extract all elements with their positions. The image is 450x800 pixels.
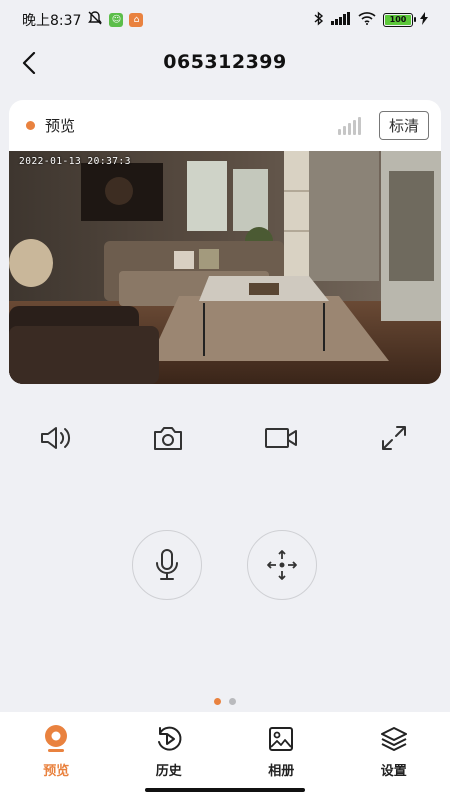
video-frame-image xyxy=(9,151,441,384)
record-icon xyxy=(265,428,297,448)
preview-card: 预览 标清 2022-01-13 20:37:3 xyxy=(9,100,441,384)
tab-history-label: 历史 xyxy=(155,764,182,779)
fullscreen-button[interactable] xyxy=(374,418,414,458)
microphone-icon xyxy=(156,549,178,580)
cellular-signal-icon xyxy=(331,11,351,29)
quality-button[interactable]: 标清 xyxy=(378,111,429,140)
ptz-move-icon xyxy=(267,550,297,580)
wifi-icon xyxy=(358,11,376,29)
page-dot xyxy=(229,698,236,705)
control-row xyxy=(0,418,450,458)
live-indicator xyxy=(26,121,35,130)
snapshot-button[interactable] xyxy=(148,418,188,458)
snapshot-icon xyxy=(154,427,182,450)
chevron-left-icon xyxy=(22,52,36,74)
record-button[interactable] xyxy=(261,418,301,458)
status-time: 晚上8:37 xyxy=(22,13,82,29)
status-right: 100 xyxy=(314,10,428,30)
camera-icon xyxy=(41,724,71,754)
volume-icon xyxy=(41,427,71,449)
status-bar: 晚上8:37 ☺ ⌂ 100 xyxy=(0,0,450,40)
preview-label: 预览 xyxy=(45,117,76,135)
volume-button[interactable] xyxy=(36,418,76,458)
preview-card-header: 预览 标清 xyxy=(9,100,441,151)
tab-preview-label: 预览 xyxy=(43,764,70,779)
fullscreen-icon xyxy=(382,426,406,450)
status-left: 晚上8:37 ☺ ⌂ xyxy=(22,10,144,30)
nav-bar: 065312399 xyxy=(0,40,450,84)
alarm-off-icon xyxy=(87,10,103,30)
layers-icon xyxy=(379,724,409,754)
back-button[interactable] xyxy=(14,48,44,78)
bottom-tab-bar: 预览 历史 相册 设置 xyxy=(0,712,450,800)
tab-preview[interactable]: 预览 xyxy=(0,712,113,800)
video-timestamp: 2022-01-13 20:37:3 xyxy=(19,156,131,167)
image-icon xyxy=(266,724,296,754)
page-indicator xyxy=(0,698,450,705)
battery-level: 100 xyxy=(385,15,411,25)
charging-icon xyxy=(420,11,428,29)
battery-icon: 100 xyxy=(383,13,416,27)
tab-settings-label: 设置 xyxy=(380,764,407,779)
talk-button[interactable] xyxy=(132,530,202,600)
home-indicator[interactable] xyxy=(145,788,305,792)
ptz-control-button[interactable] xyxy=(247,530,317,600)
page-title: 065312399 xyxy=(163,51,287,73)
page-dot-active xyxy=(214,698,221,705)
tab-history[interactable]: 历史 xyxy=(113,712,226,800)
tab-album-label: 相册 xyxy=(268,764,295,779)
app-notification-icon: ☺ xyxy=(109,13,124,27)
live-video[interactable]: 2022-01-13 20:37:3 xyxy=(9,151,441,384)
home-app-icon: ⌂ xyxy=(129,13,144,27)
wifi-strength-icon xyxy=(337,116,361,135)
tab-settings[interactable]: 设置 xyxy=(338,712,450,800)
history-play-icon xyxy=(154,724,184,754)
tab-album[interactable]: 相册 xyxy=(225,712,338,800)
bluetooth-icon xyxy=(314,10,324,30)
